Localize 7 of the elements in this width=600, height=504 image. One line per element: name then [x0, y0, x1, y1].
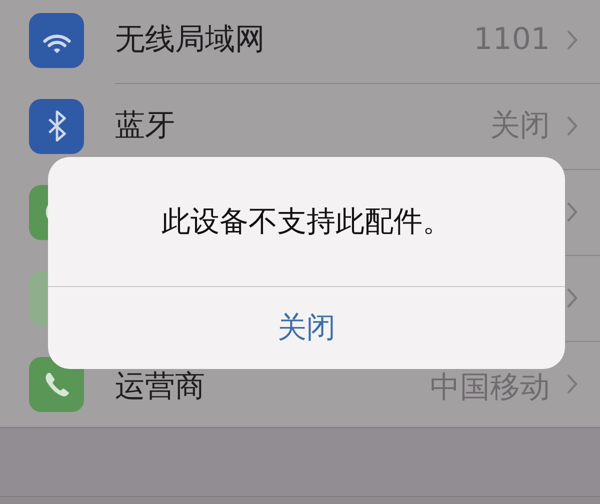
setting-label: 无线局域网	[115, 24, 266, 54]
setting-label: 蓝牙	[115, 110, 176, 140]
alert-message: 此设备不支持此配件。	[162, 202, 452, 240]
bluetooth-icon	[29, 98, 84, 154]
close-button[interactable]: 关闭	[48, 287, 565, 369]
wifi-icon	[29, 12, 84, 68]
setting-label: 运营商	[115, 368, 206, 402]
